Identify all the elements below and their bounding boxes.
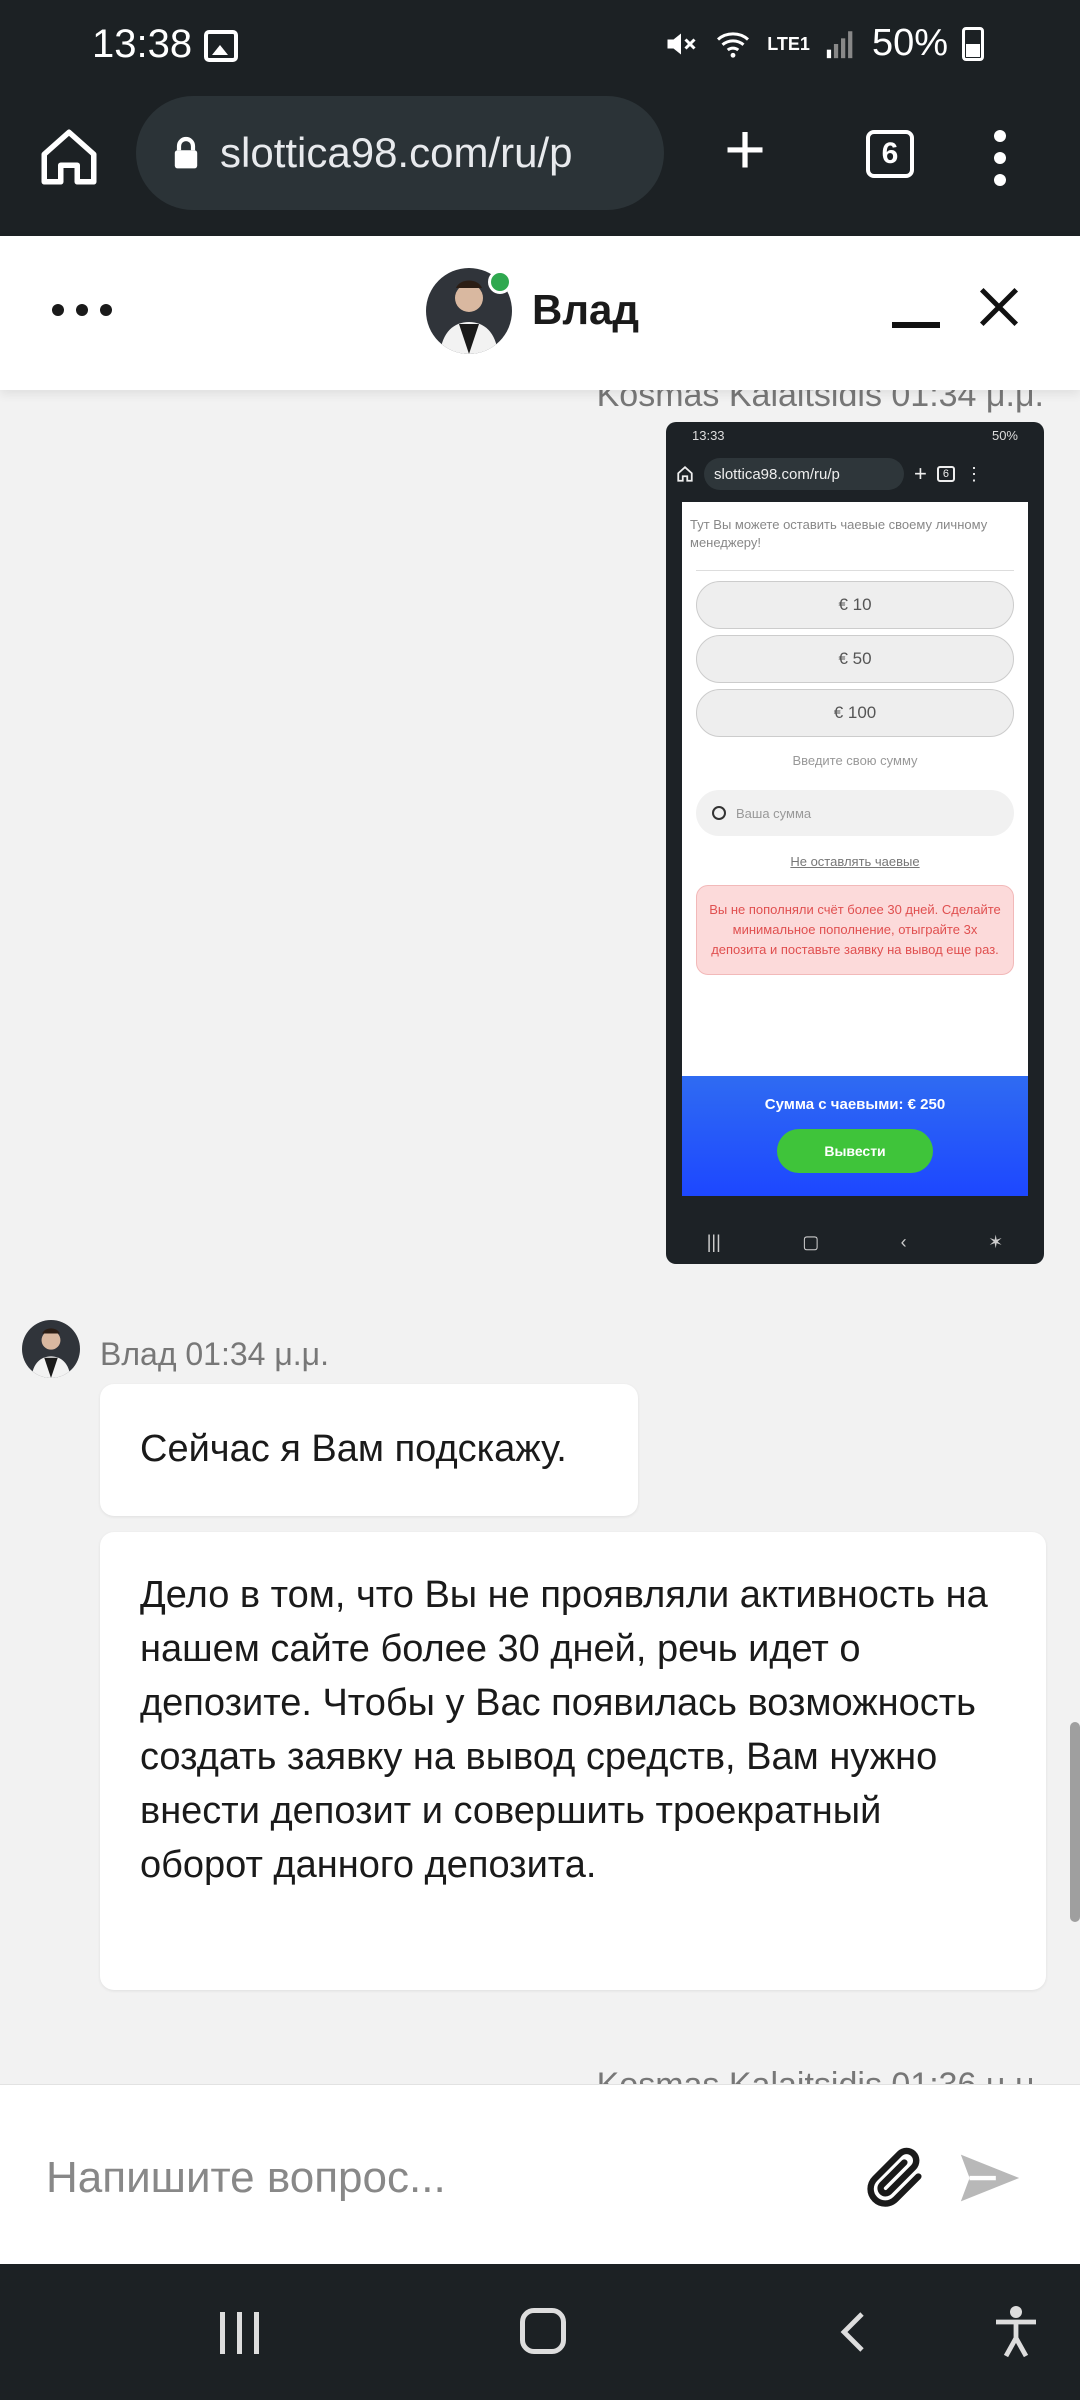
custom-amount-placeholder: Ваша сумма: [736, 805, 812, 821]
tip-intro-text: Тут Вы можете оставить чаевые своему лич…: [690, 517, 988, 550]
message-list[interactable]: Kosmas Kalaitsidis 01:34 μ.μ. 13:33 50% …: [0, 390, 1080, 2084]
status-bar: 13:38 LTE1 50%: [0, 0, 1080, 96]
radio-icon: [712, 806, 726, 820]
close-icon[interactable]: [976, 284, 1022, 330]
agent-name: Влад: [532, 286, 640, 333]
new-tab-button[interactable]: +: [724, 114, 766, 186]
wifi-icon: [717, 31, 750, 58]
status-icons: LTE1 50%: [663, 22, 984, 65]
attachment-recents-icon: |||: [706, 1231, 721, 1252]
agent-message-2: Дело в том, что Вы не проявляли активнос…: [100, 1532, 1046, 1990]
system-nav-bar: [0, 2264, 1080, 2400]
recents-icon[interactable]: [220, 2312, 259, 2354]
gallery-notification-icon: [204, 30, 238, 62]
tip-option-2: € 50: [696, 635, 1014, 683]
url-text: slottica98.com/ru/p: [220, 129, 573, 176]
minimize-button[interactable]: [892, 322, 940, 328]
attachment-status-battery: 50%: [991, 428, 1018, 443]
no-tip-link: Не оставлять чаевые: [790, 854, 920, 869]
lock-icon: [174, 136, 198, 169]
online-status-dot: [488, 270, 512, 294]
divider: [696, 570, 1014, 571]
custom-amount-label: Введите свою сумму: [792, 753, 918, 768]
agent-message-1: Сейчас я Вам подскажу.: [100, 1384, 638, 1516]
attachment-home-icon: [677, 466, 693, 482]
scrollbar-thumb[interactable]: [1070, 1722, 1080, 1922]
back-icon[interactable]: [830, 2308, 878, 2356]
agent-message-avatar: [22, 1320, 80, 1378]
send-icon[interactable]: [952, 2143, 1028, 2213]
signal-icon: [826, 30, 853, 58]
warning-alert: Вы не пополняли счёт более 30 дней. Сдел…: [696, 885, 1014, 975]
attachment-accessibility-icon: ✶: [988, 1231, 1004, 1252]
browser-toolbar: slottica98.com/ru/p + 6: [0, 96, 1080, 236]
attachment-nav-bar: ||| ▢ ‹ ✶: [666, 1220, 1044, 1264]
attachment-browser-bar: slottica98.com/ru/p + 6 ⋮: [666, 452, 1044, 496]
home-button-icon[interactable]: [520, 2308, 566, 2354]
attachment-back-icon: ‹: [900, 1231, 907, 1252]
attachment-menu-icon: ⋮: [964, 463, 983, 484]
accessibility-icon[interactable]: [990, 2304, 1042, 2360]
home-icon[interactable]: [36, 124, 102, 190]
withdraw-button: Вывести: [777, 1129, 933, 1173]
attach-icon[interactable]: [860, 2143, 930, 2213]
more-options-icon[interactable]: [52, 304, 112, 316]
message-composer[interactable]: Напишите вопрос...: [0, 2084, 1080, 2264]
browser-menu-icon[interactable]: [994, 130, 1008, 186]
message-input[interactable]: Напишите вопрос...: [46, 2153, 446, 2203]
attachment-tabs-count: 6: [936, 466, 955, 482]
tip-option-3: € 100: [696, 689, 1014, 737]
battery-icon: [962, 26, 984, 61]
chat-header: Влад: [0, 236, 1080, 390]
withdraw-panel: Сумма с чаевыми: € 250 Вывести: [682, 1076, 1028, 1196]
tabs-button[interactable]: 6: [866, 130, 914, 178]
user-message-meta: Kosmas Kalaitsidis 01:34 μ.μ.: [596, 390, 1044, 414]
custom-amount-field: Ваша сумма: [696, 790, 1014, 836]
agent-message-meta: Влад 01:34 μ.μ.: [100, 1336, 329, 1372]
attachment-url: slottica98.com/ru/p: [704, 458, 904, 490]
tip-option-1: € 10: [696, 581, 1014, 629]
attachment-status-bar: 13:33 50%: [666, 422, 1044, 452]
user-message-meta-bottom: Kosmas Kalaitsidis 01:36 μ.μ.: [597, 2066, 1044, 2084]
battery-percent: 50%: [871, 22, 948, 64]
attachment-status-time: 13:33: [692, 428, 725, 443]
mute-icon: [667, 33, 696, 54]
attachment-image[interactable]: 13:33 50% slottica98.com/ru/p + 6 ⋮ Тут …: [666, 422, 1044, 1264]
network-type: LTE1: [767, 33, 810, 54]
attachment-home-button-icon: ▢: [802, 1231, 820, 1252]
attachment-plus-icon: +: [914, 461, 927, 486]
address-bar[interactable]: slottica98.com/ru/p: [136, 96, 664, 210]
sum-with-tips: Сумма с чаевыми: € 250: [764, 1096, 946, 1113]
status-time: 13:38: [92, 22, 193, 66]
attachment-page: Тут Вы можете оставить чаевые своему лич…: [682, 502, 1028, 1196]
